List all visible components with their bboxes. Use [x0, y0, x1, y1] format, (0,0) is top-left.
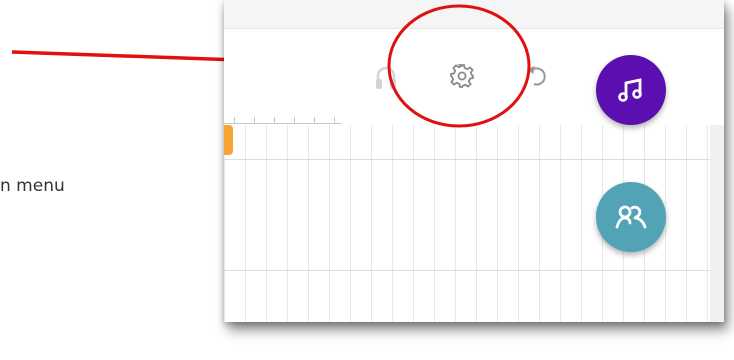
collaborators-button[interactable] — [596, 182, 666, 252]
app-window — [224, 0, 724, 322]
music-button[interactable] — [596, 55, 666, 125]
undo-icon[interactable] — [524, 63, 550, 89]
scrollbar[interactable] — [710, 125, 724, 322]
gear-icon[interactable] — [448, 62, 476, 90]
playhead-marker[interactable] — [224, 125, 233, 155]
people-icon — [615, 205, 647, 229]
headphones-icon[interactable] — [374, 65, 398, 91]
timeline-ruler — [224, 115, 342, 124]
top-bar — [224, 0, 724, 29]
music-note-icon — [618, 78, 642, 102]
